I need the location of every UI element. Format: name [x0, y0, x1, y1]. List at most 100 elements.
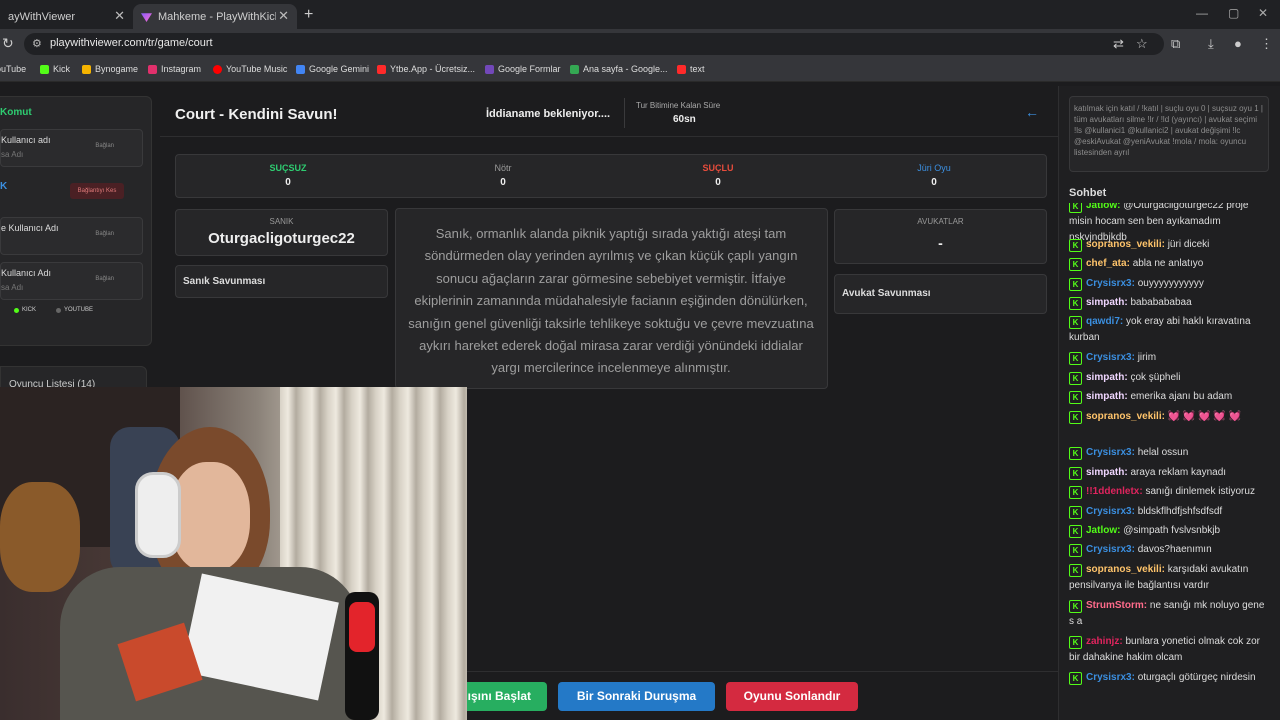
bookmark-youtube-music[interactable]: YouTube Music [213, 64, 287, 74]
chat-message: Ksopranos_vekili: 💓 💓 💓 💓 💓 [1069, 409, 1269, 425]
lawyers-value: - [938, 235, 943, 251]
chat-message: K Crysisrx3: davos?haenımın [1069, 542, 1269, 558]
chat-username[interactable]: StrumStorm: [1086, 600, 1147, 611]
minimize-icon[interactable]: — [1196, 6, 1208, 20]
profile-icon[interactable]: ● [1234, 36, 1242, 51]
kick-badge-icon: K [1069, 352, 1082, 365]
bookmark-google-gemini[interactable]: Google Gemini [296, 64, 369, 74]
close-tab-icon[interactable]: ✕ [114, 8, 125, 24]
bottom-divider [467, 671, 1058, 672]
chat-username[interactable]: Crysisrx3: [1086, 352, 1135, 363]
bookmark-google-drive[interactable]: Ana sayfa - Google... [570, 64, 668, 74]
lawyer-defense-card[interactable]: Avukat Savunması [834, 274, 1047, 314]
chat-message: K !!1ddenletx: sanığı dinlemek istiyoruz [1069, 484, 1269, 500]
menu-dots-icon[interactable]: ⋮ [1260, 36, 1273, 52]
k-label: K [0, 181, 8, 192]
close-window-icon[interactable]: ✕ [1258, 6, 1268, 20]
chat-username[interactable]: Jatlow: [1086, 203, 1120, 211]
headset [135, 472, 181, 558]
url-field[interactable]: ⚙ playwithviewer.com/tr/game/court [24, 33, 1164, 55]
chat-username[interactable]: zahinjz: [1086, 636, 1123, 647]
chat-username[interactable]: Crysisrx3: [1086, 447, 1135, 458]
tab-playwithviewer[interactable]: ayWithViewer ✕ [0, 4, 133, 29]
chat-username[interactable]: simpath: [1086, 467, 1128, 478]
kick-badge-icon: K [1069, 636, 1082, 649]
chat-message: K Jatlow: @simpath fvslvsnbkjb [1069, 523, 1269, 539]
connect-button[interactable]: Bağlan [95, 276, 114, 282]
chat-text: ouyyyyyyyyyyy [1137, 278, 1204, 289]
platform-youtube[interactable]: YOUTUBE [56, 307, 93, 313]
download-icon[interactable]: ⤓ [1208, 36, 1214, 52]
reload-icon[interactable]: ↻ [2, 35, 14, 52]
close-tab-icon[interactable]: ✕ [278, 8, 289, 24]
bookmark-bynogame[interactable]: Bynogame [82, 64, 138, 74]
chat-username[interactable]: qawdi7: [1086, 316, 1123, 327]
defendant-defense-title: Sanık Savunması [183, 276, 266, 287]
site-info-icon[interactable]: ⚙ [32, 37, 42, 50]
kick-badge-icon: K [1069, 544, 1082, 557]
chat-username[interactable]: Crysisrx3: [1086, 278, 1135, 289]
new-tab-icon[interactable]: + [304, 6, 313, 24]
bookmark-instagram[interactable]: Instagram [148, 64, 201, 74]
defendant-label: SANIK [269, 217, 294, 226]
chat-messages: K Jatlow: @Oturgacligoturgec22 proje misi… [1069, 203, 1274, 703]
timer-label: Tur Bitimine Kalan Süre [636, 101, 721, 110]
translate-icon[interactable]: ⇄ [1113, 36, 1124, 52]
settings-panel: Komut Kullanıcı adı sa Adı Bağlan K Bağl… [0, 96, 152, 346]
bookmark-kick[interactable]: Kick [40, 64, 70, 74]
tab-mahkeme[interactable]: Mahkeme - PlayWithKick | Play ✕ [133, 4, 297, 29]
chat-username[interactable]: sopranos_vekili: [1086, 411, 1165, 422]
chat-username[interactable]: Crysisrx3: [1086, 544, 1135, 555]
username-box-2[interactable]: e Kullanıcı Adı Bağlan [0, 217, 143, 255]
connect-button[interactable]: Bağlan [95, 231, 114, 237]
bookmark-ytbe-app[interactable]: Ytbe.App - Ücretsiz... [377, 64, 475, 74]
court-header: Court - Kendini Savun! İddianame bekleni… [160, 90, 1058, 137]
bookmark-google-forms[interactable]: Google Formlar [485, 64, 561, 74]
username-box-3[interactable]: Kullanıcı Adı sa Adı Bağlan [0, 262, 143, 300]
page-title: Court - Kendini Savun! [175, 106, 338, 123]
lawyers-card: AVUKATLAR - [834, 209, 1047, 264]
chat-text: helal ossun [1137, 447, 1189, 458]
chat-message: Ksimpath: araya reklam kaynadı [1069, 465, 1269, 481]
chat-text: araya reklam kaynadı [1130, 467, 1227, 478]
defendant-defense-card[interactable]: Sanık Savunması [175, 265, 388, 298]
indictment-card: Sanık, ormanlık alanda piknik yaptığı sı… [395, 208, 828, 389]
chat-username[interactable]: !!1ddenletx: [1086, 486, 1143, 497]
username-box-1[interactable]: Kullanıcı adı sa Adı Bağlan [0, 129, 143, 167]
chat-text: çok şüpheli [1130, 372, 1181, 383]
chat-username[interactable]: Jatlow: [1086, 525, 1120, 536]
disconnect-button[interactable]: Bağlantıyı Kes [70, 183, 124, 199]
extensions-icon[interactable]: ⧉ [1171, 36, 1180, 52]
chat-username[interactable]: sopranos_vekili: [1086, 564, 1165, 575]
back-arrow-icon[interactable]: ← [1025, 104, 1039, 120]
chat-username[interactable]: simpath: [1086, 297, 1128, 308]
chat-username[interactable]: simpath: [1086, 391, 1128, 402]
chat-title: Sohbet [1069, 187, 1107, 199]
maximize-icon[interactable]: ▢ [1228, 6, 1239, 20]
kick-badge-icon: K [1069, 600, 1082, 613]
bookmark-youtube[interactable]: ouTube [0, 64, 26, 74]
kick-badge-icon: K [1069, 564, 1082, 577]
kick-badge-icon: K [1069, 506, 1082, 519]
vote-summary: SUÇSUZ 0 Nötr 0 SUÇLU 0 Jüri Oyu 0 [175, 154, 1047, 198]
bookmark-star-icon[interactable]: ☆ [1136, 36, 1148, 52]
chat-message: Kqawdi7: yok eray abi haklı kıravatına k… [1069, 314, 1269, 346]
kick-badge-icon: K [1069, 278, 1082, 291]
site-favicon-icon [141, 13, 152, 22]
platform-kick[interactable]: KICK [14, 307, 36, 313]
youtube-music-icon [213, 64, 222, 74]
kick-badge-icon: K [1069, 486, 1082, 499]
browser-tabbar: ayWithViewer ✕ Mahkeme - PlayWithKick | … [0, 0, 1280, 29]
connect-button[interactable]: Bağlan [95, 143, 114, 149]
chat-username[interactable]: Crysisrx3: [1086, 672, 1135, 683]
end-game-button[interactable]: Oyunu Sonlandır [726, 682, 858, 711]
chat-message: Ksopranos_vekili: karşıdaki avukatın pen… [1069, 562, 1269, 594]
kick-badge-icon: K [1069, 203, 1082, 213]
next-hearing-button[interactable]: Bir Sonraki Duruşma [558, 682, 715, 711]
chat-username[interactable]: Crysisrx3: [1086, 506, 1135, 517]
chat-text: davos?haenımın [1137, 544, 1212, 555]
chat-username[interactable]: chef_ata: [1086, 258, 1130, 269]
chat-username[interactable]: simpath: [1086, 372, 1128, 383]
bookmark-text[interactable]: text [677, 64, 705, 74]
chat-username[interactable]: sopranos_vekili: [1086, 239, 1165, 250]
